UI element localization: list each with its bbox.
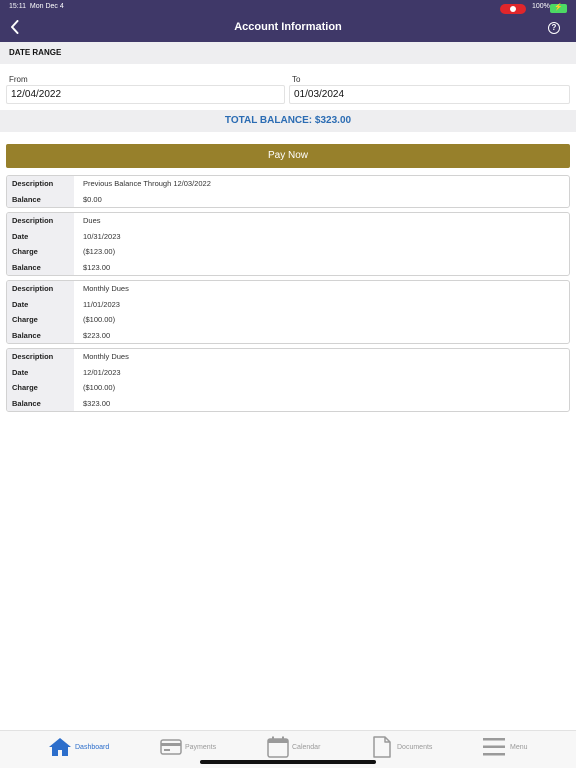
home-indicator: [200, 760, 376, 764]
row-value: 10/31/2023: [83, 231, 121, 241]
row-value: Previous Balance Through 12/03/2022: [83, 179, 211, 188]
transaction-card: Description Monthly Dues Date 11/01/2023…: [6, 280, 570, 344]
credit-card-icon: [160, 739, 182, 755]
card-row: Description Monthly Dues: [7, 349, 569, 365]
tab-menu[interactable]: Menu: [483, 734, 528, 760]
status-bar: 15:11 Mon Dec 4 100% ⚡: [0, 3, 576, 14]
row-label: Description: [7, 349, 74, 365]
tab-label: Documents: [397, 743, 433, 751]
card-row: Charge ($123.00): [7, 244, 569, 260]
calendar-icon: [267, 736, 289, 758]
row-label: Date: [7, 296, 74, 312]
tab-payments[interactable]: Payments: [160, 734, 216, 760]
from-date-input[interactable]: 12/04/2022: [6, 85, 285, 104]
row-label: Charge: [7, 244, 74, 260]
tab-label: Menu: [510, 743, 528, 751]
row-label: Charge: [7, 380, 74, 396]
row-label: Description: [7, 213, 74, 229]
row-value: $0.00: [83, 194, 102, 204]
card-row: Date 11/01/2023: [7, 296, 569, 312]
help-circle-icon: ?: [551, 23, 557, 32]
row-value: 12/01/2023: [83, 367, 121, 377]
card-row: Balance $123.00: [7, 259, 569, 275]
card-row: Balance $223.00: [7, 327, 569, 343]
app-header: 15:11 Mon Dec 4 100% ⚡ Account Informati…: [0, 0, 576, 42]
row-value: $223.00: [83, 330, 111, 340]
to-date-input[interactable]: 01/03/2024: [289, 85, 570, 104]
card-row: Charge ($100.00): [7, 380, 569, 396]
row-value: Monthly Dues: [83, 284, 129, 293]
row-value: ($100.00): [83, 315, 116, 324]
transaction-card: Description Previous Balance Through 12/…: [6, 175, 570, 208]
card-row: Date 10/31/2023: [7, 228, 569, 244]
tab-label: Dashboard: [75, 743, 110, 751]
row-label: Charge: [7, 312, 74, 328]
home-icon: [49, 738, 71, 756]
row-value: ($100.00): [83, 383, 116, 392]
card-row: Description Previous Balance Through 12/…: [7, 176, 569, 192]
card-row: Description Monthly Dues: [7, 281, 569, 297]
date-range-header: DATE RANGE: [0, 42, 576, 64]
row-value: 11/01/2023: [83, 299, 120, 309]
row-label: Description: [7, 176, 74, 192]
row-value: Dues: [83, 216, 101, 225]
row-label: Balance: [7, 259, 74, 275]
document-icon: [373, 736, 391, 758]
tab-documents[interactable]: Documents: [373, 734, 432, 760]
row-value: Monthly Dues: [83, 352, 129, 361]
page-title: Account Information: [234, 21, 342, 33]
row-value: ($123.00): [83, 247, 116, 256]
row-label: Date: [7, 228, 74, 244]
card-row: Date 12/01/2023: [7, 364, 569, 380]
menu-icon: [483, 738, 505, 756]
transaction-card: Description Dues Date 10/31/2023 Charge …: [6, 212, 570, 276]
date-range-title: DATE RANGE: [9, 48, 62, 57]
row-label: Date: [7, 364, 74, 380]
row-value: $323.00: [83, 398, 111, 408]
total-balance-text: TOTAL BALANCE: $323.00: [224, 115, 352, 126]
tab-calendar[interactable]: Calendar: [267, 734, 320, 760]
card-row: Charge ($100.00): [7, 312, 569, 328]
row-label: Balance: [7, 327, 74, 343]
card-row: Balance $0.00: [7, 191, 569, 207]
card-row: Description Dues: [7, 213, 569, 229]
row-label: Balance: [7, 395, 74, 411]
tab-label: Calendar: [292, 743, 321, 751]
battery-icon: ⚡: [550, 4, 567, 13]
screen-record-icon: [500, 4, 526, 14]
tab-label: Payments: [185, 743, 217, 751]
row-label: Balance: [7, 191, 74, 207]
total-balance-bar: TOTAL BALANCE: $323.00: [0, 110, 576, 132]
transaction-card: Description Monthly Dues Date 12/01/2023…: [6, 348, 570, 412]
pay-now-button[interactable]: Pay Now: [6, 144, 570, 168]
help-button[interactable]: ?: [548, 22, 560, 34]
card-row: Balance $323.00: [7, 395, 569, 411]
from-label: From: [9, 75, 28, 84]
battery-percent: 100%: [532, 3, 550, 10]
tab-dashboard[interactable]: Dashboard: [48, 734, 109, 760]
status-time: 15:11 Mon Dec 4: [9, 3, 64, 10]
row-label: Description: [7, 281, 74, 297]
row-value: $123.00: [83, 262, 111, 272]
to-label: To: [292, 75, 301, 84]
